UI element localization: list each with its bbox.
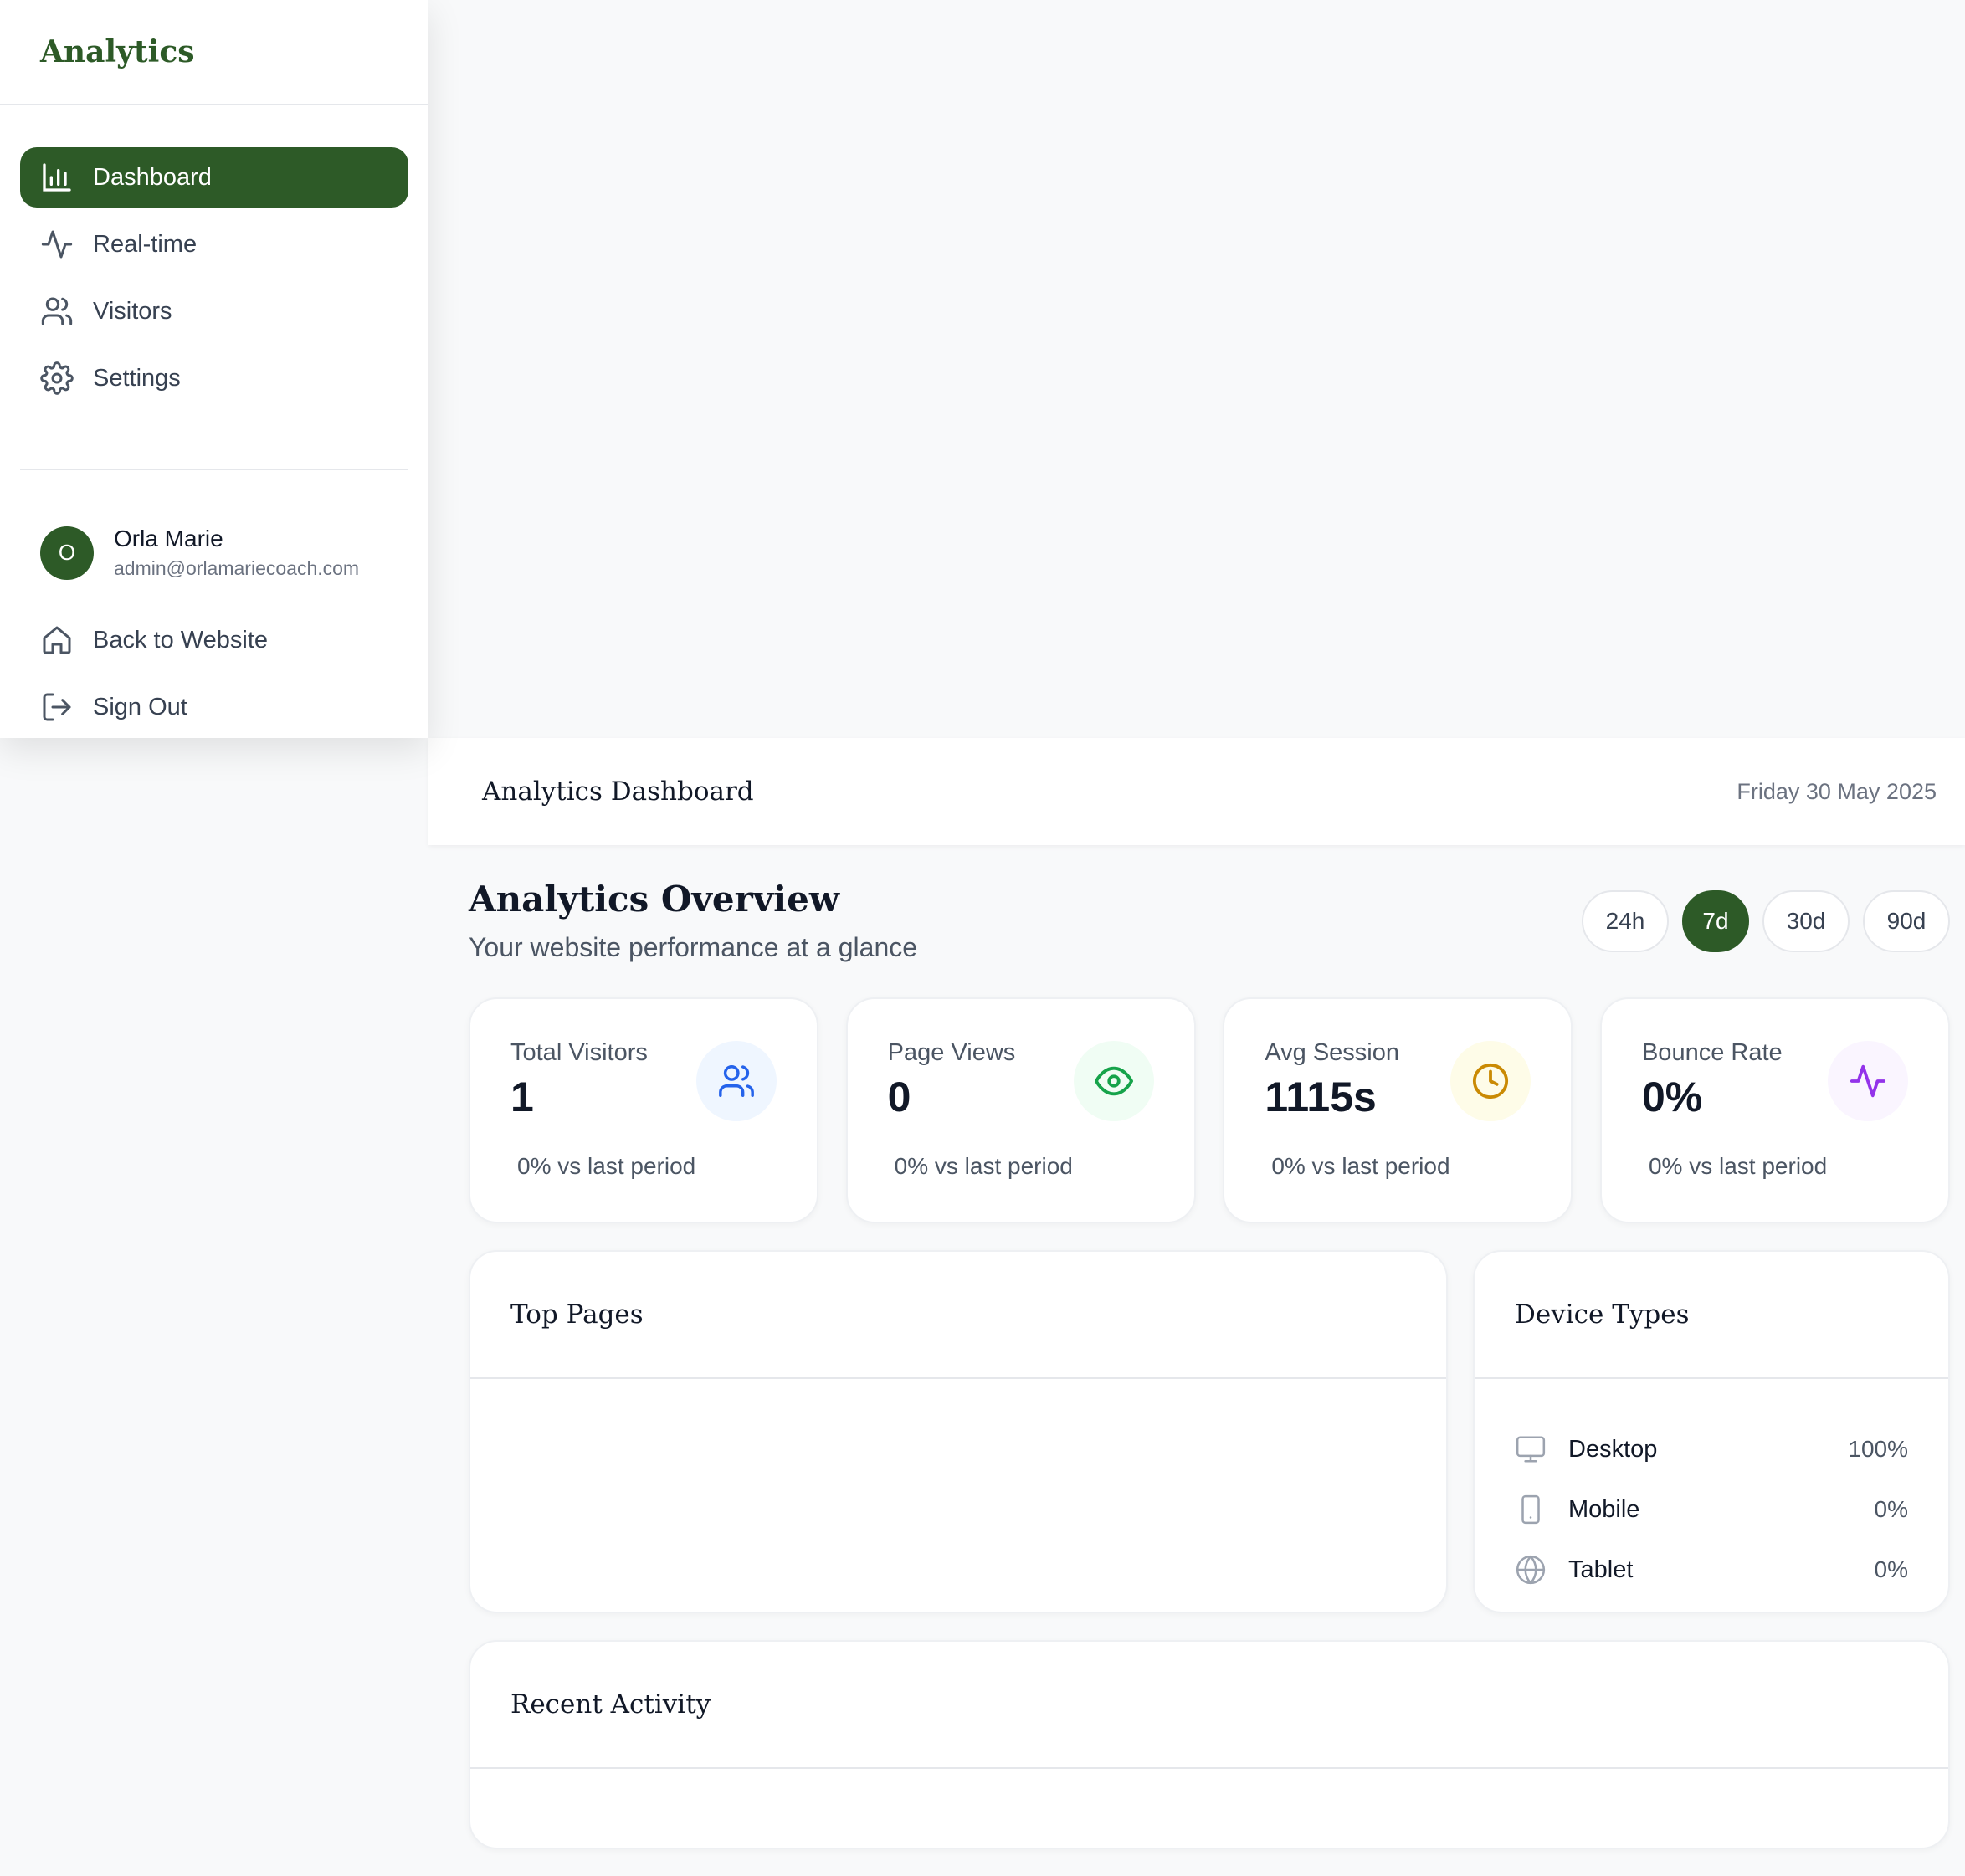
stat-change: 0% vs last period [1648,1153,1828,1179]
sidebar-logo: Analytics [0,0,428,105]
stat-label: Page Views [887,1039,1016,1066]
panel-header: Recent Activity [470,1642,1948,1769]
bar-chart-icon [40,161,74,194]
stat-value: 0 [887,1074,911,1120]
time-range-selector: 24h 7d 30d 90d [1582,890,1950,952]
panel-header: Device Types [1475,1252,1948,1379]
back-to-website-link[interactable]: Back to Website [20,610,408,670]
device-types-panel: Device Types Desktop 100% Mobile 0% Tabl… [1473,1250,1950,1613]
sign-out-label: Sign Out [93,693,187,720]
range-24h-button[interactable]: 24h [1582,890,1669,952]
sidebar-item-label: Settings [93,364,181,392]
stat-change: 0% vs last period [517,1153,696,1179]
sidebar-item-label: Real-time [93,230,198,258]
activity-icon [1827,1041,1908,1121]
avatar: O [40,525,94,580]
sidebar-item-settings[interactable]: Settings [20,348,408,408]
page-title: Analytics Dashboard [482,777,754,807]
recent-activity-title: Recent Activity [510,1689,711,1720]
stat-label: Bounce Rate [1641,1039,1783,1066]
stat-card-bounce-rate: Bounce Rate 0% 0% vs last period [1599,997,1950,1223]
stat-card-total-visitors: Total Visitors 1 0% vs last period [469,997,818,1223]
stat-cards: Total Visitors 1 0% vs last period Page … [469,997,1950,1223]
stat-value: 0% [1641,1074,1703,1120]
stat-label: Avg Session [1265,1039,1399,1066]
stat-card-avg-session: Avg Session 1115s 0% vs last period [1223,997,1573,1223]
sign-out-button[interactable]: Sign Out [20,677,408,737]
device-percent: 0% [1874,1556,1908,1582]
stat-value: 1115s [1265,1074,1377,1120]
range-90d-button[interactable]: 90d [1863,890,1950,952]
device-row-tablet: Tablet 0% [1515,1540,1908,1600]
gear-icon [40,361,74,395]
sidebar-footer-links: Back to Website Sign Out [0,580,428,737]
overview-title: Analytics Overview [469,879,839,920]
device-row-desktop: Desktop 100% [1515,1419,1908,1479]
users-icon [40,295,74,328]
clock-icon [1450,1041,1531,1121]
range-7d-button[interactable]: 7d [1682,890,1749,952]
user-name: Orla Marie [114,525,223,551]
log-out-icon [40,690,74,724]
globe-icon [1515,1554,1547,1586]
panel-header: Top Pages [470,1252,1446,1379]
device-percent: 100% [1848,1436,1908,1462]
device-name: Tablet [1568,1556,1634,1583]
current-date: Friday 30 May 2025 [1737,778,1937,804]
stat-change: 0% vs last period [1271,1153,1450,1179]
smartphone-icon [1515,1494,1547,1525]
back-to-website-label: Back to Website [93,626,269,654]
sidebar-item-visitors[interactable]: Visitors [20,281,408,341]
recent-activity-panel: Recent Activity [469,1640,1950,1849]
device-types-title: Device Types [1515,1299,1690,1330]
sidebar-item-real-time[interactable]: Real-time [20,214,408,274]
users-icon [696,1041,777,1121]
sidebar-item-dashboard[interactable]: Dashboard [20,147,408,208]
stat-value: 1 [510,1074,534,1120]
home-icon [40,623,74,657]
device-name: Desktop [1568,1435,1658,1463]
stat-card-page-views: Page Views 0 0% vs last period [845,997,1196,1223]
user-profile: O Orla Marie admin@orlamariecoach.com [0,470,428,580]
range-30d-button[interactable]: 30d [1762,890,1850,952]
header: Analytics Dashboard Friday 30 May 2025 [428,738,1965,845]
monitor-icon [1515,1433,1547,1465]
top-pages-title: Top Pages [510,1299,644,1330]
top-pages-panel: Top Pages [469,1250,1448,1613]
sidebar: Analytics Dashboard Real-time Visitors S… [0,0,428,738]
sidebar-item-label: Visitors [93,297,172,325]
stat-label: Total Visitors [510,1039,648,1066]
stat-change: 0% vs last period [894,1153,1073,1179]
device-list: Desktop 100% Mobile 0% Tablet 0% [1475,1379,1948,1600]
sidebar-item-label: Dashboard [93,163,212,191]
eye-icon [1073,1041,1154,1121]
user-email: admin@orlamariecoach.com [114,557,360,579]
activity-icon [40,228,74,261]
device-row-mobile: Mobile 0% [1515,1479,1908,1540]
logo-text[interactable]: Analytics [40,34,195,69]
sidebar-nav: Dashboard Real-time Visitors Settings [0,105,428,408]
overview-subtitle: Your website performance at a glance [469,932,918,962]
device-percent: 0% [1874,1496,1908,1522]
device-name: Mobile [1568,1495,1640,1523]
